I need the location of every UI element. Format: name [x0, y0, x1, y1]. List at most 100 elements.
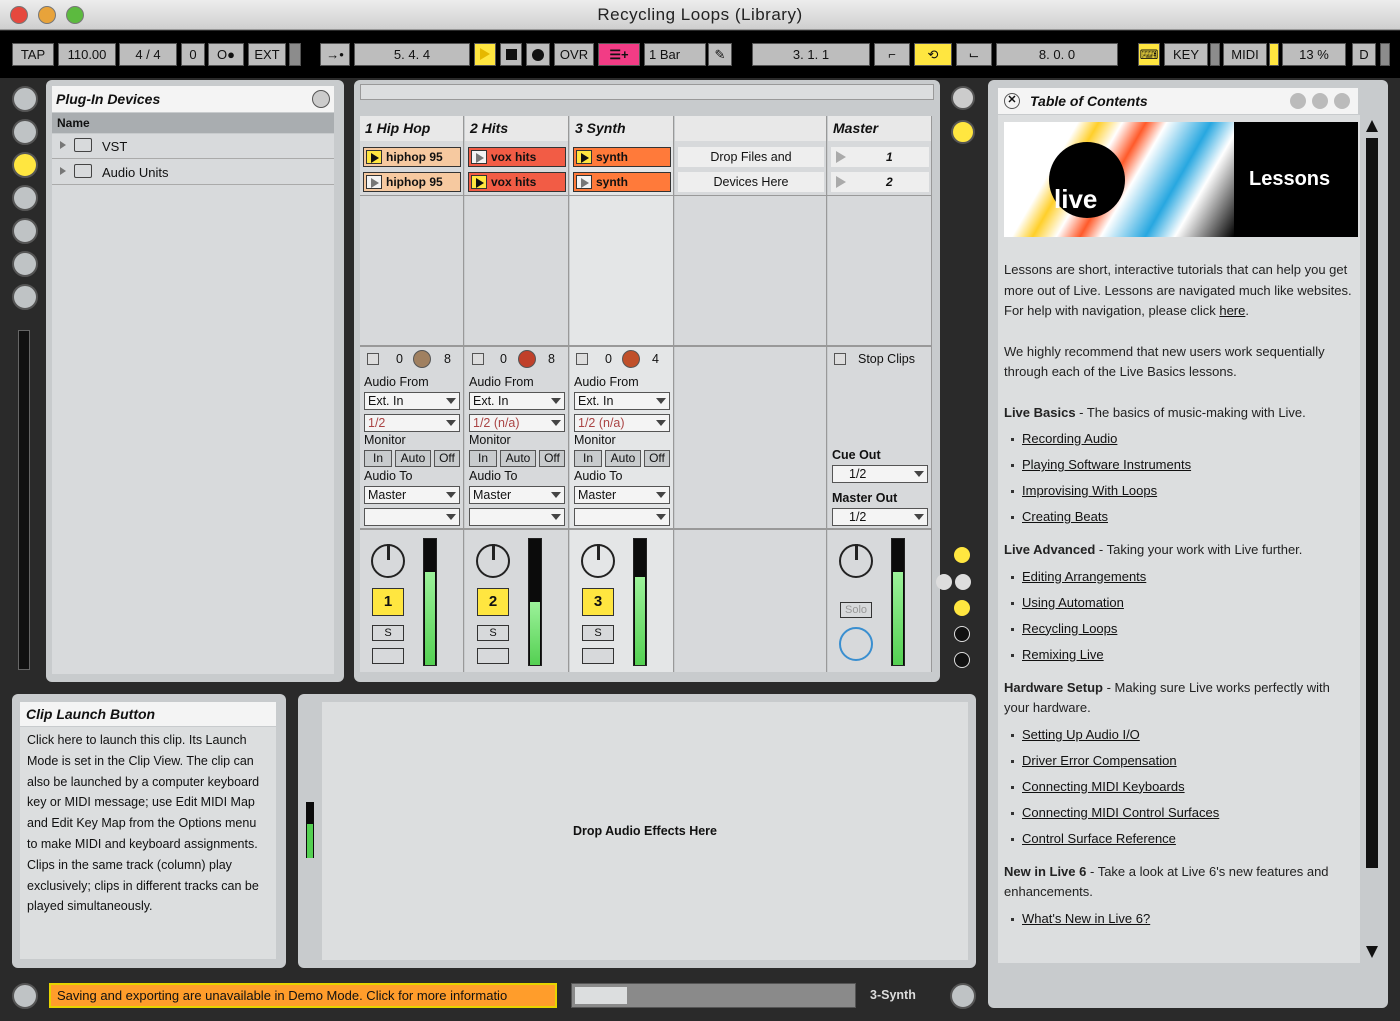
track-activator-button[interactable]: 2 [477, 588, 509, 616]
output-channel-select[interactable] [469, 508, 565, 526]
hide-detail-icon[interactable] [950, 983, 976, 1009]
lesson-link-item[interactable]: Control Surface Reference [1004, 826, 1354, 852]
arm-record-button[interactable] [582, 648, 614, 664]
expand-arrow-icon[interactable] [60, 141, 66, 149]
monitor-off-button[interactable]: Off [539, 450, 565, 467]
master-solo-button[interactable]: Solo [840, 602, 872, 618]
monitor-auto-button[interactable]: Auto [605, 450, 641, 467]
pan-knob[interactable] [476, 544, 510, 578]
clip-stop-button[interactable] [367, 353, 379, 365]
returns-toggle-icon[interactable] [955, 574, 971, 590]
mixer-toggle-icon[interactable] [954, 600, 970, 616]
close-icon[interactable]: ✕ [1004, 93, 1020, 109]
arm-record-button[interactable] [477, 648, 509, 664]
input-channel-select[interactable]: 1/2 (n/a) [574, 414, 670, 432]
forward-icon[interactable] [1312, 93, 1328, 109]
lesson-link-item[interactable]: Setting Up Audio I/O [1004, 722, 1354, 748]
lesson-link[interactable]: Driver Error Compensation [1022, 753, 1177, 768]
overview-scroller[interactable] [360, 84, 934, 100]
toc-scrollbar[interactable] [1364, 120, 1380, 960]
clip-launch-button[interactable] [471, 150, 487, 164]
solo-button[interactable]: S [582, 625, 614, 641]
loop-start-field[interactable]: 3. 1. 1 [752, 43, 870, 66]
monitor-in-button[interactable]: In [469, 450, 497, 467]
master-out-select[interactable]: 1/2 [832, 508, 928, 526]
audio-from-select[interactable]: Ext. In [469, 392, 565, 410]
output-channel-select[interactable] [364, 508, 460, 526]
tap-button[interactable]: TAP [12, 43, 54, 66]
clip-slot[interactable]: vox hits [468, 172, 566, 192]
lesson-link[interactable]: Creating Beats [1022, 509, 1108, 524]
lesson-link-item[interactable]: Using Automation [1004, 590, 1354, 616]
audio-from-select[interactable]: Ext. In [574, 392, 670, 410]
lesson-link[interactable]: Playing Software Instruments [1022, 457, 1191, 472]
browser-item-audio-units[interactable]: Audio Units [52, 160, 334, 185]
hide-browser-icon[interactable] [12, 86, 38, 112]
delay-toggle-icon[interactable] [954, 626, 970, 642]
lesson-link[interactable]: Setting Up Audio I/O [1022, 727, 1140, 742]
lesson-link[interactable]: Using Automation [1022, 595, 1124, 610]
scroll-thumb[interactable] [1366, 138, 1378, 868]
output-channel-select[interactable] [574, 508, 670, 526]
hot-swap-icon[interactable] [12, 284, 38, 310]
file-browser-2-icon[interactable] [12, 218, 38, 244]
arm-record-button[interactable] [372, 648, 404, 664]
lesson-link[interactable]: Improvising With Loops [1022, 483, 1157, 498]
clip-stop-button[interactable] [472, 353, 484, 365]
lesson-link-item[interactable]: Recycling Loops [1004, 616, 1354, 642]
input-channel-select[interactable]: 1/2 [364, 414, 460, 432]
home-icon[interactable] [1334, 93, 1350, 109]
file-browser-1-icon[interactable] [12, 185, 38, 211]
lesson-link-item[interactable]: Recording Audio [1004, 426, 1354, 452]
arrangement-position-field[interactable]: 5. 4. 4 [354, 43, 470, 66]
time-signature-field[interactable]: 4 / 4 [119, 43, 177, 66]
loop-length-field[interactable]: 8. 0. 0 [996, 43, 1118, 66]
clip-stop-button[interactable] [576, 353, 588, 365]
groove-field[interactable]: 0 [181, 43, 205, 66]
lesson-link-item[interactable]: Connecting MIDI Keyboards [1004, 774, 1354, 800]
lesson-link[interactable]: Connecting MIDI Keyboards [1022, 779, 1185, 794]
name-column-header[interactable]: Name [52, 113, 334, 133]
lesson-link-item[interactable]: Remixing Live [1004, 642, 1354, 668]
stop-all-clips-button[interactable] [834, 353, 846, 365]
audio-to-select[interactable]: Master [574, 486, 670, 504]
solo-button[interactable]: S [477, 625, 509, 641]
lesson-link-item[interactable]: Creating Beats [1004, 504, 1354, 530]
midi-map-button[interactable]: MIDI [1223, 43, 1267, 66]
clip-slot[interactable]: synth [573, 147, 671, 167]
clip-slot[interactable]: vox hits [468, 147, 566, 167]
plugin-devices-icon[interactable] [12, 152, 38, 178]
lesson-link-item[interactable]: Playing Software Instruments [1004, 452, 1354, 478]
ext-sync-button[interactable]: EXT [248, 43, 286, 66]
clip-slot[interactable]: hiphop 95 [363, 172, 461, 192]
scroll-up-icon[interactable] [1366, 120, 1378, 132]
drop-audio-effects-area[interactable]: Drop Audio Effects Here [322, 702, 968, 960]
pan-knob[interactable] [581, 544, 615, 578]
audio-to-select[interactable]: Master [364, 486, 460, 504]
draw-mode-button[interactable]: ✎ [708, 43, 732, 66]
overdub-button[interactable]: OVR [554, 43, 594, 66]
master-pan-knob[interactable] [839, 544, 873, 578]
live-devices-icon[interactable] [12, 119, 38, 145]
demo-mode-message[interactable]: Saving and exporting are unavailable in … [49, 983, 557, 1008]
track-activator-button[interactable]: 1 [372, 588, 404, 616]
monitor-auto-button[interactable]: Auto [395, 450, 431, 467]
audio-to-select[interactable]: Master [469, 486, 565, 504]
clip-slot[interactable]: synth [573, 172, 671, 192]
lesson-link[interactable]: Recycling Loops [1022, 621, 1117, 636]
clip-launch-button[interactable] [576, 150, 592, 164]
search-icon[interactable] [312, 90, 330, 108]
clip-launch-button[interactable] [471, 175, 487, 189]
back-icon[interactable] [1290, 93, 1306, 109]
solo-button[interactable]: S [372, 625, 404, 641]
clip-slot[interactable]: hiphop 95 [363, 147, 461, 167]
follow-button[interactable]: →• [320, 43, 350, 66]
lesson-link[interactable]: Editing Arrangements [1022, 569, 1146, 584]
scene-launch-1[interactable]: 1 [831, 147, 929, 167]
hide-info-icon[interactable] [12, 983, 38, 1009]
scroll-down-icon[interactable] [1366, 946, 1378, 958]
monitor-auto-button[interactable]: Auto [500, 450, 536, 467]
browser-scrollbar[interactable] [18, 330, 30, 670]
expand-arrow-icon[interactable] [60, 167, 66, 175]
lesson-link[interactable]: Control Surface Reference [1022, 831, 1176, 846]
